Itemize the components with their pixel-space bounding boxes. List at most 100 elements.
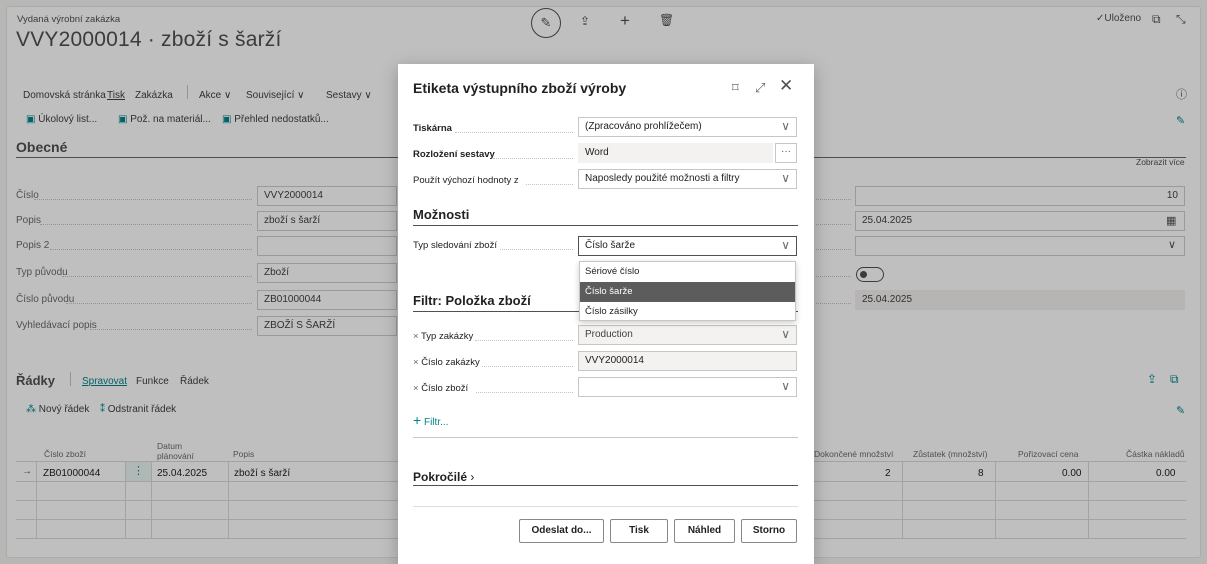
item-number-select[interactable]: ∨ [578,377,797,397]
filter-row: × Číslo zboží [413,383,468,394]
action-worksheet[interactable]: ▣ Úkolový list... [26,114,97,125]
action-shortage[interactable]: ▣ Přehled nedostatků... [222,114,329,125]
nav-divider [187,85,188,99]
add-filter-link[interactable]: + Filtr... [413,412,448,428]
defaults-label: Použít výchozí hodnoty z [413,175,519,186]
dots [816,199,851,200]
expand-icon[interactable]: ⧉ [1170,372,1179,387]
collapse-icon[interactable]: ⤡ [1176,12,1186,27]
share-icon[interactable]: ⇪ [1147,372,1157,386]
cell-remaining[interactable]: 8 [978,468,984,479]
description2-field[interactable] [257,236,397,256]
nav-reports[interactable]: Sestavy ∨ [326,90,372,101]
column-header-finished[interactable]: Dokončené množství [814,449,893,459]
tracking-value: Číslo šarže [585,240,636,251]
report-icon: ▣ [118,114,128,125]
toggle-knob [860,271,867,278]
tab-manage[interactable]: Spravovat [82,376,127,387]
row-menu-icon[interactable]: ⋮ [126,462,151,481]
section-divider [413,485,798,486]
order-number-field[interactable]: VVY2000014 [578,351,797,371]
tracking-select[interactable]: Číslo šarže ∨ [578,236,797,256]
tracking-label: Typ sledování zboží [413,240,497,251]
new-icon[interactable]: + [620,11,630,31]
nav-order[interactable]: Zakázka [135,90,173,101]
nav-home[interactable]: Domovská stránka [23,90,106,101]
column-header-amount[interactable]: Částka nákladů [1126,449,1185,459]
tab-functions[interactable]: Funkce [136,376,169,387]
delete-line-button[interactable]: ⁑ Odstranit řádek [100,404,176,415]
print-button[interactable]: Tisk [610,519,668,543]
cell-finished[interactable]: 2 [885,468,891,479]
printer-value: (Zpracováno prohlížečem) [585,121,702,132]
delete-line-icon: ⁑ [100,404,105,415]
personalize-icon[interactable]: ✎ [1176,114,1185,127]
chevron-down-icon: ∨ [781,238,790,252]
personalize-icon[interactable]: ✎ [1176,404,1185,417]
grid-line [151,462,152,538]
due-date-field[interactable]: 25.04.2025 [855,211,1185,231]
source-type-field[interactable]: Zboží [257,263,397,283]
chevron-down-icon: ∨ [781,379,790,393]
printer-select[interactable]: (Zpracováno prohlížečem) ∨ [578,117,797,137]
action-material[interactable]: ▣ Pož. na materiál... [118,114,211,125]
remove-filter-icon[interactable]: × [413,331,421,342]
action-material-label: Pož. na materiál... [130,114,211,125]
nav-related[interactable]: Související ∨ [246,90,304,101]
info-icon[interactable]: ⓘ [1176,86,1187,102]
order-type-select[interactable]: Production ∨ [578,325,797,345]
remove-filter-icon[interactable]: × [413,383,421,394]
chevron-right-icon: › [467,470,475,484]
cell-amount[interactable]: 0.00 [1156,468,1175,479]
show-more-link[interactable]: Zobrazit více [1136,157,1185,167]
delete-icon[interactable]: 🗑 [659,13,674,27]
close-icon[interactable]: ✕ [779,76,793,96]
action-worksheet-label: Úkolový list... [38,114,98,125]
cell-description[interactable]: zboží s šarží [234,468,290,479]
chevron-down-icon: ∨ [781,327,790,341]
column-header-date[interactable]: Datum plánování [157,441,202,461]
tab-line[interactable]: Řádek [180,376,209,387]
dots [500,249,573,250]
remove-filter-icon[interactable]: × [413,357,421,368]
advanced-label: Pokročilé [413,470,468,484]
column-header-remaining[interactable]: Zůstatek (množství) [913,449,988,459]
column-header-description[interactable]: Popis [233,449,254,459]
source-number-field[interactable]: ZB01000044 [257,290,397,310]
open-new-window-icon[interactable]: ⧉ [1152,12,1161,27]
chevron-down-icon: ∨ [781,119,790,133]
send-to-button[interactable]: Odeslat do... [519,519,604,543]
preview-button[interactable]: Náhled [674,519,735,543]
calendar-icon[interactable]: ▦ [1166,214,1176,227]
number-field[interactable]: VVY2000014 [257,186,397,206]
grid-line [36,462,37,538]
filter-label: Číslo zakázky [421,357,480,368]
nav-actions[interactable]: Akce ∨ [199,90,231,101]
filter-heading: Filtr: Položka zboží [413,293,531,308]
cell-item[interactable]: ZB01000044 [43,468,100,479]
more-options-button[interactable]: ··· [775,143,797,163]
description-field[interactable]: zboží s šarží [257,211,397,231]
column-header-item[interactable]: Číslo zboží [44,449,86,459]
bookmark-icon[interactable]: ⌑ [732,80,739,96]
column-header-cost[interactable]: Pořizovací cena [1018,449,1078,459]
cell-cost[interactable]: 0.00 [1062,468,1081,479]
filter-label: Číslo zboží [421,383,469,394]
share-icon[interactable]: ⇪ [580,14,590,28]
edit-icon[interactable]: ✎ [531,8,561,38]
quantity-field[interactable]: 10 [855,186,1185,206]
defaults-select[interactable]: Naposledy použité možnosti a filtry ∨ [578,169,797,189]
new-line-button[interactable]: ⁂ Nový řádek [26,404,89,415]
advanced-toggle[interactable]: Pokročilé › [413,470,474,484]
toggle-switch[interactable] [856,267,884,282]
search-description-field[interactable]: ZBOŽÍ S ŠARŽÍ [257,316,397,336]
section-divider [413,225,798,226]
right-dropdown-field[interactable] [855,236,1185,256]
cancel-button[interactable]: Storno [741,519,797,543]
expand-icon[interactable]: ⤢ [755,80,765,96]
option-package[interactable]: Číslo zásilky [580,302,795,322]
option-serial[interactable]: Sériové číslo [580,262,795,282]
cell-date[interactable]: 25.04.2025 [157,468,207,479]
option-lot[interactable]: Číslo šarže [580,282,795,302]
nav-print[interactable]: Tisk [107,90,125,101]
